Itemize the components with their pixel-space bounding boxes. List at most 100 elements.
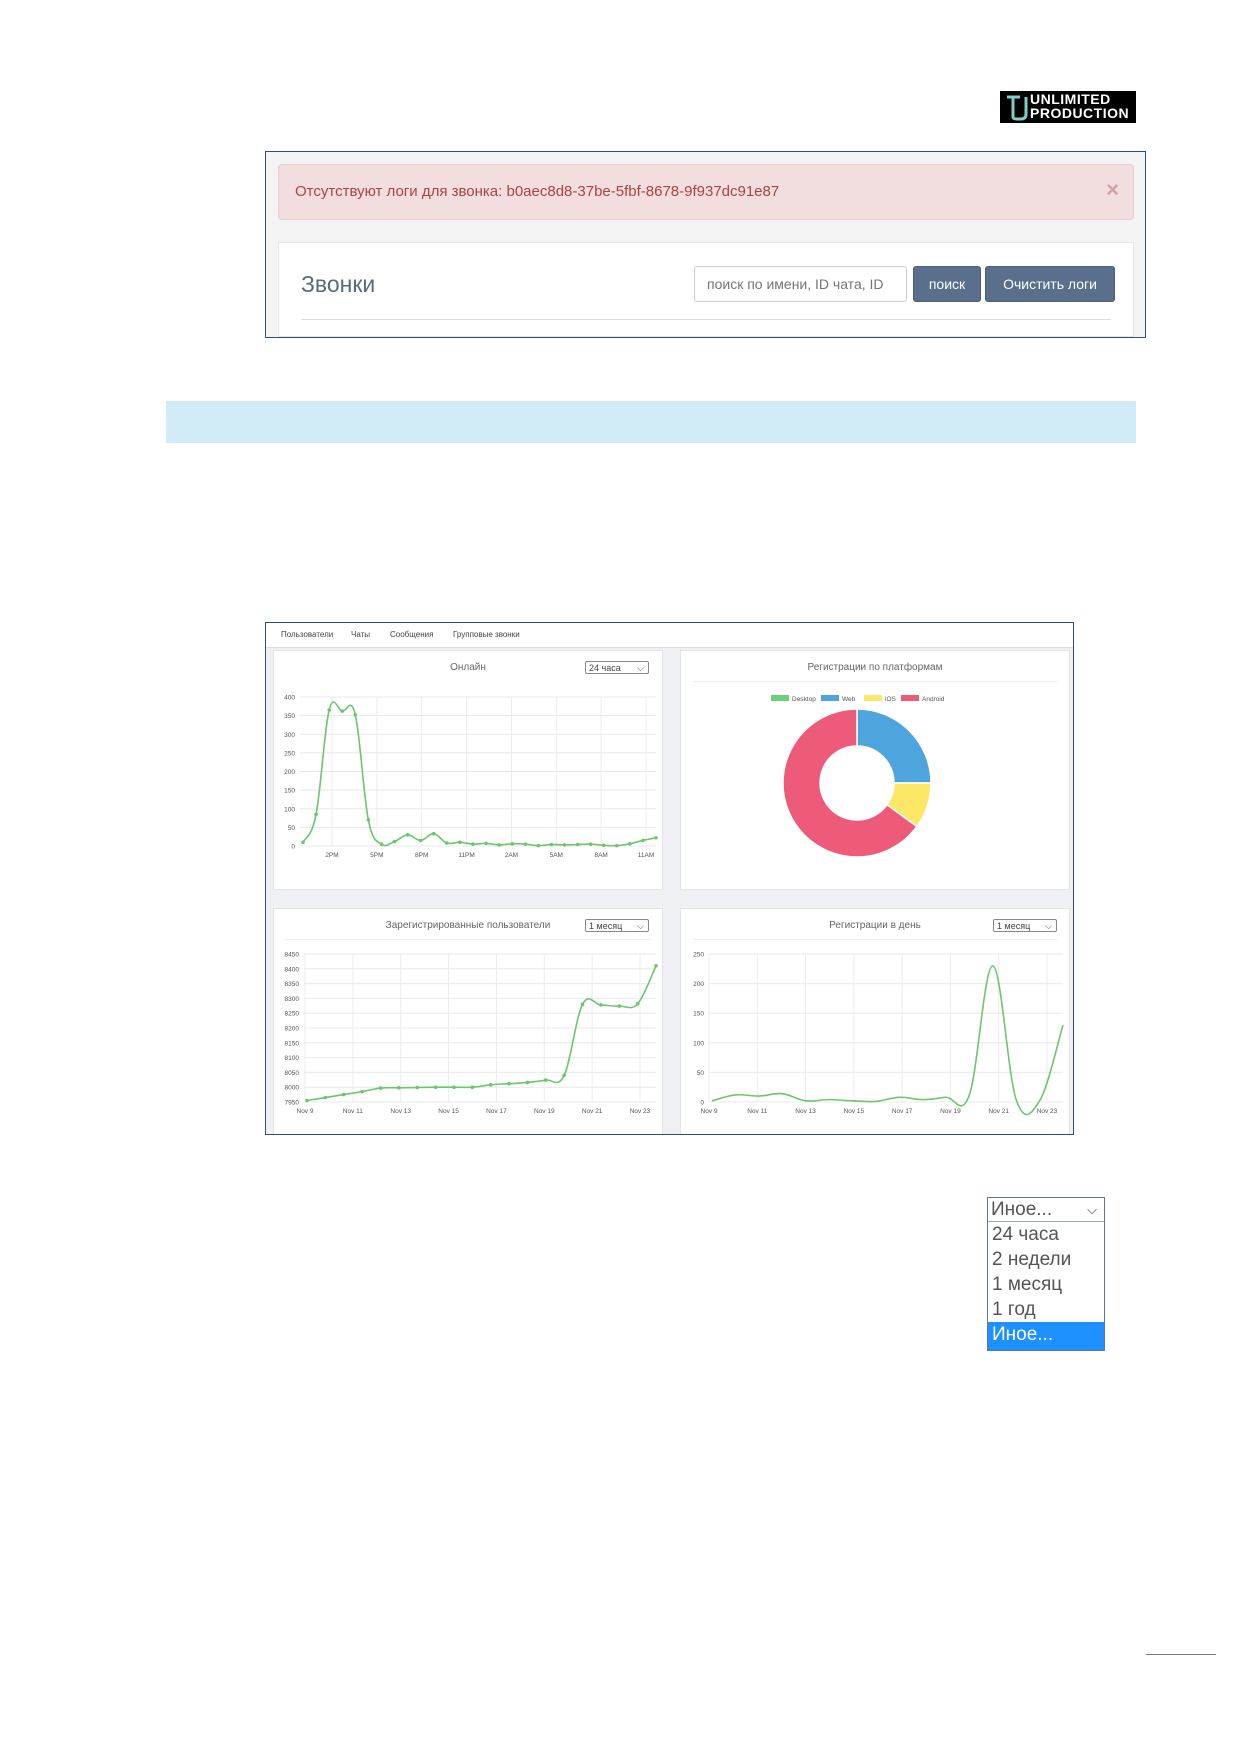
data-point	[484, 841, 488, 846]
x-tick-label: Nov 11	[747, 1108, 767, 1115]
y-tick-label: 8050	[285, 1070, 300, 1077]
x-tick-label: Nov 15	[844, 1108, 865, 1115]
series-line	[306, 965, 657, 1102]
logo-line-1: UNLIMITED	[1030, 91, 1111, 107]
error-alert: Отсутствуют логи для звонка: b0aec8d8-37…	[278, 164, 1134, 220]
x-tick-label: Nov 19	[534, 1108, 555, 1115]
chevron-down-icon: ⌵	[1087, 1202, 1097, 1217]
y-tick-label: 8350	[285, 981, 300, 988]
legend-label: Android	[922, 696, 945, 703]
y-tick-label: 200	[693, 981, 704, 988]
data-point	[635, 1001, 640, 1006]
data-point	[397, 1085, 401, 1090]
dropdown-option[interactable]: 1 год	[988, 1297, 1104, 1322]
dropdown-option[interactable]: 2 недели	[988, 1247, 1104, 1272]
legend-label: iOS	[885, 696, 897, 703]
x-tick-label: 5PM	[370, 852, 383, 859]
range-dropdown[interactable]: Иное... ⌵ 24 часа 2 недели 1 месяц 1 год …	[987, 1197, 1105, 1351]
y-tick-label: 100	[284, 806, 295, 813]
series-line	[711, 965, 1064, 1116]
platforms-donut-chart: Desktop Web iOS Android	[771, 695, 945, 858]
daily-line-chart: 0 50 100 150 200 250 Nov 9 Nov 11 Nov 13 Nov 15 No…	[693, 952, 1064, 1116]
registered-users-panel: Зарегистрированные пользователи 1 месяц ⌵…	[273, 908, 663, 1134]
data-point	[488, 1083, 493, 1087]
x-tick-label: 11PM	[458, 852, 475, 859]
data-point	[470, 1085, 475, 1089]
x-tick-label: Nov 9	[701, 1108, 718, 1115]
dropdown-option[interactable]: 24 часа	[988, 1222, 1104, 1247]
data-point	[562, 1073, 566, 1078]
nav-item-users[interactable]: Пользователи	[281, 630, 333, 639]
nav-item-chats[interactable]: Чаты	[351, 630, 370, 639]
y-tick-label: 7950	[285, 1100, 300, 1107]
x-tick-label: Nov 21	[582, 1108, 603, 1115]
dropdown-option[interactable]: 1 месяц	[988, 1272, 1104, 1297]
data-point	[366, 818, 371, 822]
y-tick-label: 8250	[285, 1011, 300, 1018]
x-tick-label: 8AM	[594, 852, 607, 859]
data-point	[327, 708, 331, 712]
dashboard-screenshot: Пользователи Чаты Сообщения Групповые зв…	[265, 622, 1074, 1135]
data-point	[525, 1080, 530, 1085]
x-tick-label: 2PM	[325, 852, 338, 859]
data-point	[431, 831, 436, 836]
y-tick-label: 50	[288, 825, 296, 832]
y-tick-label: 8400	[285, 966, 300, 973]
page-footer-line	[1146, 1654, 1216, 1655]
data-point	[392, 839, 397, 844]
x-tick-label: Nov 21	[988, 1108, 1009, 1115]
data-point	[628, 841, 632, 846]
data-point	[360, 1089, 364, 1094]
calls-screenshot: Отсутствуют логи для звонка: b0aec8d8-37…	[265, 151, 1146, 338]
logo-mark-icon	[1007, 95, 1028, 121]
data-point	[523, 842, 528, 846]
data-point	[314, 812, 318, 817]
data-point	[507, 1081, 511, 1086]
data-point	[580, 1002, 585, 1007]
y-tick-label: 8000	[285, 1085, 300, 1092]
alert-message: Отсутствуют логи для звонка: b0aec8d8-37…	[295, 183, 780, 200]
data-point	[379, 842, 384, 846]
y-tick-label: 250	[693, 952, 704, 959]
y-tick-label: 50	[697, 1070, 705, 1077]
calls-card: Звонки поиск Очистить логи	[278, 242, 1134, 337]
data-point	[654, 964, 658, 968]
data-point	[418, 838, 423, 843]
legend-swatch	[864, 695, 882, 701]
data-point	[340, 709, 345, 713]
pie-slice	[856, 708, 932, 784]
x-tick-label: Nov 19	[940, 1108, 961, 1115]
daily-registrations-panel: Регистрации в день 1 месяц ⌵ 0 50 100 150 200…	[680, 908, 1070, 1134]
data-point	[601, 843, 606, 848]
search-input[interactable]	[694, 266, 907, 302]
y-tick-label: 8150	[285, 1040, 300, 1047]
dropdown-selected[interactable]: Иное... ⌵	[988, 1198, 1104, 1222]
data-point	[549, 842, 554, 847]
x-tick-label: Nov 9	[297, 1108, 314, 1115]
y-tick-label: 400	[284, 695, 295, 702]
x-tick-label: Nov 15	[438, 1108, 459, 1115]
x-tick-label: 11AM	[638, 852, 655, 859]
data-point	[458, 840, 462, 845]
y-tick-label: 0	[700, 1100, 704, 1107]
data-point	[433, 1085, 438, 1089]
nav-item-messages[interactable]: Сообщения	[390, 630, 433, 639]
x-tick-label: Nov 23	[1037, 1108, 1058, 1115]
dashboard-nav: Пользователи Чаты Сообщения Групповые зв…	[266, 623, 1073, 648]
logo: UNLIMITED PRODUCTION	[1000, 91, 1136, 123]
dropdown-option-highlighted[interactable]: Иное...	[988, 1322, 1104, 1350]
data-point	[353, 713, 358, 717]
x-tick-label: Nov 17	[486, 1108, 507, 1115]
close-icon[interactable]: ×	[1106, 177, 1119, 203]
y-tick-label: 250	[284, 750, 295, 757]
y-tick-label: 150	[693, 1011, 704, 1018]
info-bar	[166, 401, 1136, 443]
clear-logs-button[interactable]: Очистить логи	[985, 266, 1115, 302]
nav-item-group-calls[interactable]: Групповые звонки	[453, 630, 520, 639]
search-button[interactable]: поиск	[913, 266, 981, 302]
legend-swatch	[771, 695, 789, 701]
data-point	[599, 1003, 603, 1007]
x-tick-label: Nov 17	[892, 1108, 913, 1115]
data-point	[341, 1092, 346, 1097]
data-point	[452, 1085, 456, 1089]
